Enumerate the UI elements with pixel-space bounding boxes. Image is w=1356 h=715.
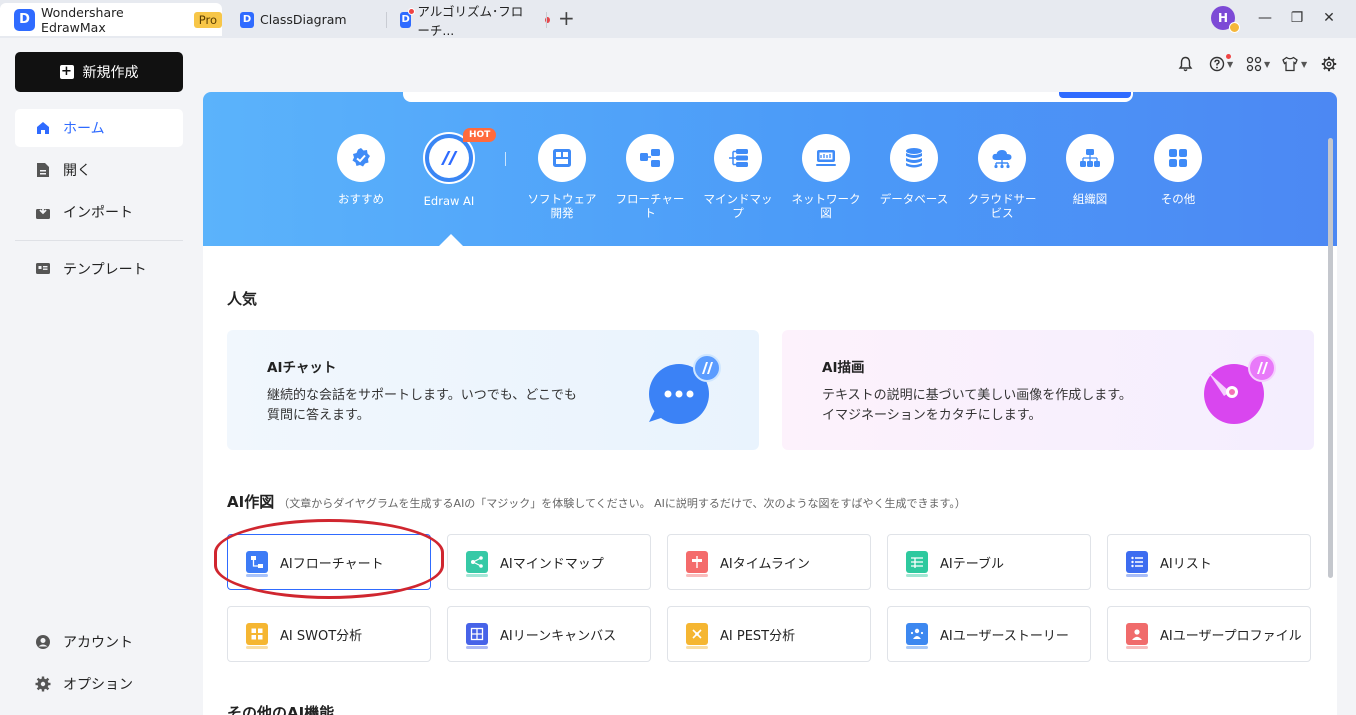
ai-timeline-icon bbox=[686, 551, 708, 577]
flowchart-icon bbox=[626, 134, 674, 182]
pro-badge: Pro bbox=[193, 11, 222, 28]
ai-flowchart-button[interactable]: AIフローチャート bbox=[227, 534, 431, 590]
sidebar-item-options[interactable]: オプション bbox=[15, 665, 183, 703]
search-bar[interactable] bbox=[403, 92, 1133, 102]
ai-drawing-icon bbox=[1194, 352, 1280, 426]
recommend-icon bbox=[337, 134, 385, 182]
open-file-icon bbox=[35, 162, 51, 178]
database-icon bbox=[890, 134, 938, 182]
org-chart-icon bbox=[1066, 134, 1114, 182]
account-icon bbox=[35, 634, 51, 650]
selected-category-indicator bbox=[439, 234, 463, 246]
ai-user-profile-icon bbox=[1126, 623, 1148, 649]
avatar[interactable]: H bbox=[1211, 6, 1240, 33]
ai-lean-canvas-button[interactable]: AIリーンキャンバス bbox=[447, 606, 651, 662]
tab-classdiagram[interactable]: D ClassDiagram bbox=[240, 3, 390, 36]
chevron-down-icon: ▼ bbox=[1301, 59, 1308, 69]
bell-icon[interactable] bbox=[1178, 54, 1193, 74]
software-icon bbox=[538, 134, 586, 182]
minimize-button[interactable]: — bbox=[1255, 8, 1275, 28]
close-button[interactable]: ✕ bbox=[1319, 8, 1339, 28]
popular-section-title: 人気 bbox=[227, 290, 258, 308]
category-divider bbox=[505, 152, 506, 166]
ai-user-profile-button[interactable]: AIユーザープロファイル bbox=[1107, 606, 1311, 662]
main-scrollbar[interactable] bbox=[1328, 138, 1333, 578]
category-mindmap[interactable]: マインドマップ bbox=[698, 134, 778, 220]
sidebar-item-open[interactable]: 開く bbox=[15, 151, 183, 189]
ai-list-icon bbox=[1126, 551, 1148, 577]
premium-crown-icon bbox=[1229, 22, 1240, 33]
ai-drawing-card[interactable]: AI描画 テキストの説明に基づいて美しい画像を作成します。イマジネーションをカタ… bbox=[782, 330, 1314, 450]
more-icon bbox=[1154, 134, 1202, 182]
sidebar-item-import[interactable]: インポート bbox=[15, 193, 183, 231]
chevron-down-icon: ▼ bbox=[1227, 59, 1234, 69]
network-icon bbox=[802, 134, 850, 182]
other-ai-section-title: その他のAI機能 bbox=[227, 704, 335, 715]
category-edraw-ai[interactable]: Edraw AI bbox=[409, 132, 489, 208]
ai-diagram-section-title: AI作図 （文章からダイヤグラムを生成するAIの「マジック」を体験してください。 … bbox=[227, 493, 966, 511]
category-recommended[interactable]: おすすめ bbox=[321, 134, 401, 206]
cloud-icon bbox=[978, 134, 1026, 182]
document-icon: D bbox=[240, 11, 254, 28]
category-software-dev[interactable]: ソフトウェア開発 bbox=[522, 134, 602, 220]
template-icon bbox=[35, 261, 51, 277]
ai-flowchart-icon bbox=[246, 551, 268, 577]
category-database[interactable]: データベース bbox=[874, 134, 954, 206]
tab-algorithm-flowchart[interactable]: D アルゴリズム･フローチ... bbox=[400, 3, 550, 38]
notification-dot bbox=[1226, 54, 1231, 59]
ai-chat-card[interactable]: AIチャット 継続的な会話をサポートします。いつでも、どこでも質問に答えます。 bbox=[227, 330, 759, 450]
sidebar-item-templates[interactable]: テンプレート bbox=[15, 250, 183, 288]
mindmap-icon bbox=[714, 134, 762, 182]
ai-user-story-icon bbox=[906, 623, 928, 649]
category-network[interactable]: ネットワーク図 bbox=[786, 134, 866, 220]
gear-icon[interactable] bbox=[1321, 54, 1337, 74]
plus-icon: + bbox=[59, 64, 74, 79]
ai-user-story-button[interactable]: AIユーザーストーリー bbox=[887, 606, 1091, 662]
main-panel: おすすめ Edraw AI HOT ソフトウェア開発 フローチャート マインドマ… bbox=[203, 92, 1337, 715]
document-icon: D bbox=[400, 7, 416, 28]
category-banner: おすすめ Edraw AI HOT ソフトウェア開発 フローチャート マインドマ… bbox=[203, 92, 1337, 246]
tab-label: Wondershare EdrawMax bbox=[41, 4, 124, 35]
ai-table-button[interactable]: AIテーブル bbox=[887, 534, 1091, 590]
ai-mindmap-icon bbox=[466, 551, 488, 577]
hot-badge: HOT bbox=[463, 128, 497, 142]
home-icon bbox=[35, 120, 51, 136]
sidebar-item-home[interactable]: ホーム bbox=[15, 109, 183, 147]
ai-swot-button[interactable]: AI SWOT分析 bbox=[227, 606, 431, 662]
ai-pest-icon bbox=[686, 623, 708, 649]
edrawmax-logo-icon: D bbox=[14, 8, 36, 31]
search-button[interactable] bbox=[1059, 92, 1131, 98]
tab-home[interactable]: D Wondershare EdrawMax Pro bbox=[0, 3, 222, 36]
ai-timeline-button[interactable]: AIタイムライン bbox=[667, 534, 871, 590]
ai-diagram-subtitle: （文章からダイヤグラムを生成するAIの「マジック」を体験してください。 AIに説… bbox=[278, 497, 966, 510]
tab-divider bbox=[386, 12, 387, 28]
maximize-button[interactable]: ❐ bbox=[1287, 8, 1307, 28]
sidebar: + 新規作成 ホーム 開く インポート テンプレート アカウント オプション bbox=[0, 38, 198, 715]
ai-swot-icon bbox=[246, 623, 268, 649]
category-flowchart[interactable]: フローチャート bbox=[610, 134, 690, 220]
new-tab-button[interactable]: + bbox=[558, 8, 575, 28]
chevron-down-icon: ▼ bbox=[1264, 59, 1271, 69]
tab-bar: D Wondershare EdrawMax Pro D ClassDiagra… bbox=[0, 0, 1356, 38]
category-org-chart[interactable]: 組織図 bbox=[1050, 134, 1130, 206]
new-document-button[interactable]: + 新規作成 bbox=[15, 52, 183, 92]
sidebar-divider bbox=[15, 240, 183, 241]
category-cloud[interactable]: クラウドサービス bbox=[962, 134, 1042, 220]
import-icon bbox=[35, 204, 51, 220]
ai-mindmap-button[interactable]: AIマインドマップ bbox=[447, 534, 651, 590]
sidebar-item-account[interactable]: アカウント bbox=[15, 623, 183, 661]
category-more[interactable]: その他 bbox=[1138, 134, 1218, 206]
tab-label: ClassDiagram bbox=[260, 12, 347, 27]
ai-pest-button[interactable]: AI PEST分析 bbox=[667, 606, 871, 662]
ai-list-button[interactable]: AIリスト bbox=[1107, 534, 1311, 590]
ai-chat-icon bbox=[639, 352, 725, 426]
tab-label: アルゴリズム･フローチ... bbox=[417, 3, 524, 38]
settings-icon bbox=[35, 676, 51, 692]
apps-icon[interactable]: ▼ bbox=[1246, 54, 1270, 74]
tab-divider bbox=[546, 12, 547, 28]
theme-icon[interactable]: ▼ bbox=[1281, 54, 1307, 74]
ai-lean-canvas-icon bbox=[466, 623, 488, 649]
ai-table-icon bbox=[906, 551, 928, 577]
